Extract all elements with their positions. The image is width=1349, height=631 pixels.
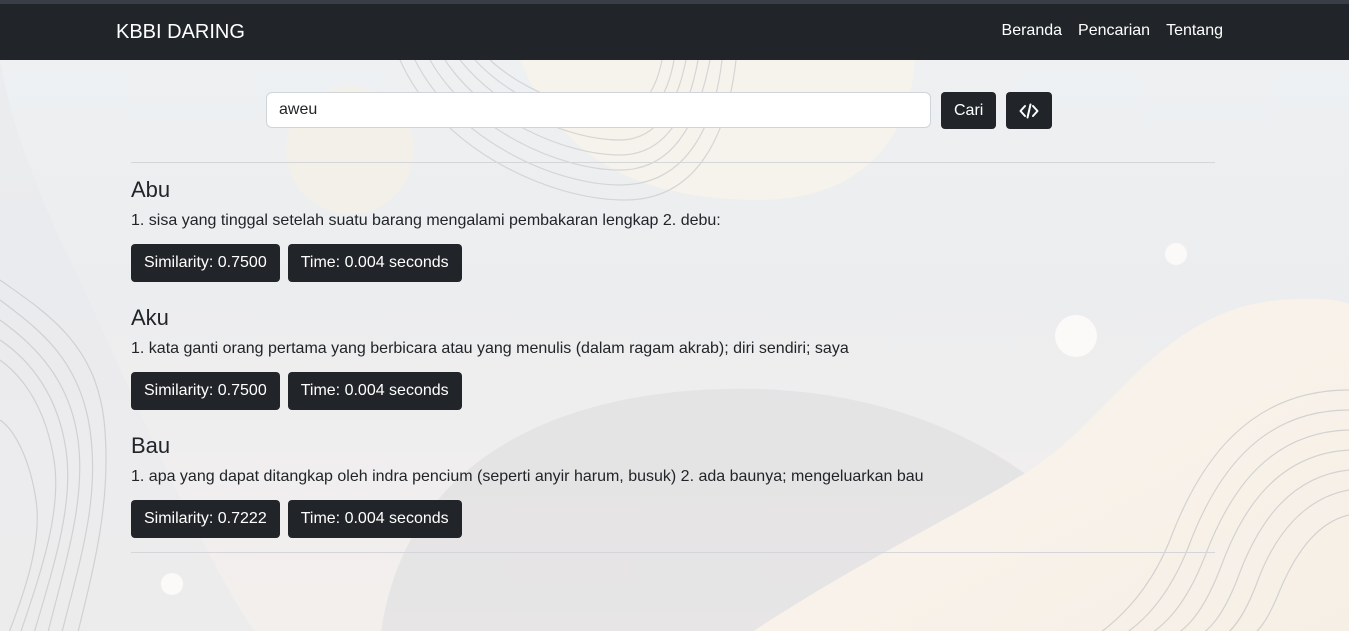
result-word: Aku	[131, 305, 169, 330]
result-word: Abu	[131, 177, 171, 202]
nav-link-pencarian[interactable]: Pencarian	[1078, 22, 1150, 40]
code-icon	[1019, 103, 1039, 118]
similarity-badge: Similarity: 0.7500	[131, 244, 280, 282]
result-definition: 1. kata ganti orang pertama yang berbica…	[131, 340, 849, 357]
search-form: Cari	[266, 92, 1053, 129]
search-input[interactable]	[266, 92, 931, 128]
result-item: Aku 1. kata ganti orang pertama yang ber…	[131, 304, 1215, 432]
code-button[interactable]	[1006, 92, 1053, 129]
similarity-badge: Similarity: 0.7500	[131, 372, 280, 410]
result-item: Abu 1. sisa yang tinggal setelah suatu b…	[131, 176, 1215, 304]
similarity-badge: Similarity: 0.7222	[131, 500, 280, 538]
nav-link-tentang[interactable]: Tentang	[1166, 22, 1223, 40]
divider-bottom	[131, 552, 1215, 553]
result-badges: Similarity: 0.7222 Time: 0.004 seconds	[131, 500, 1215, 538]
result-definition: 1. apa yang dapat ditangkap oleh indra p…	[131, 468, 924, 485]
result-item: Bau 1. apa yang dapat ditangkap oleh ind…	[131, 432, 1215, 560]
divider-top	[131, 162, 1215, 163]
navbar: KBBI DARING Beranda Pencarian Tentang	[0, 4, 1349, 60]
time-badge: Time: 0.004 seconds	[287, 244, 462, 282]
result-badges: Similarity: 0.7500 Time: 0.004 seconds	[131, 372, 1215, 410]
result-badges: Similarity: 0.7500 Time: 0.004 seconds	[131, 244, 1215, 282]
search-button[interactable]: Cari	[941, 92, 997, 129]
brand-logo[interactable]: KBBI DARING	[116, 21, 245, 44]
nav-link-beranda[interactable]: Beranda	[1002, 22, 1063, 40]
results-list: Abu 1. sisa yang tinggal setelah suatu b…	[131, 176, 1215, 560]
time-badge: Time: 0.004 seconds	[287, 500, 462, 538]
time-badge: Time: 0.004 seconds	[287, 372, 462, 410]
result-word: Bau	[131, 433, 171, 458]
nav-links: Beranda Pencarian Tentang	[1002, 22, 1223, 40]
result-definition: 1. sisa yang tinggal setelah suatu baran…	[131, 212, 721, 229]
